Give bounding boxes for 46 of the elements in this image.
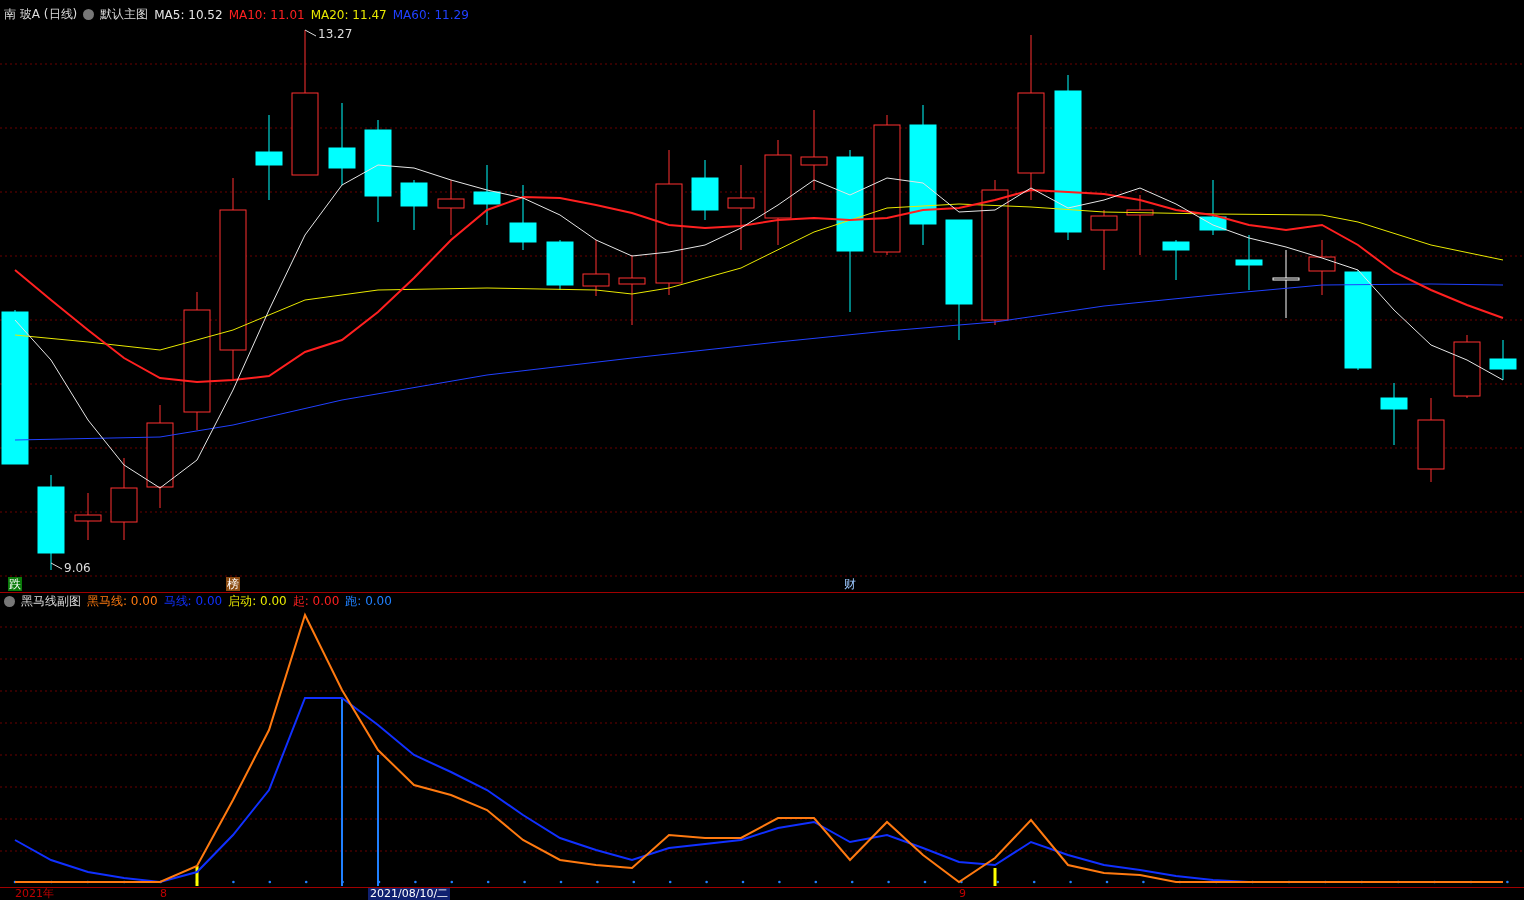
candlestick xyxy=(1489,339,1517,381)
candlestick xyxy=(1199,179,1227,236)
candlestick xyxy=(1380,382,1408,446)
indicator-value: 跑: 0.00 xyxy=(345,593,392,610)
low-price-label: 9.06 xyxy=(64,561,91,575)
candlestick xyxy=(437,179,465,236)
time-axis-label: 9 xyxy=(959,888,966,900)
signal-bar xyxy=(195,866,199,886)
candlestick xyxy=(1235,234,1263,291)
candlestick xyxy=(400,179,428,231)
indicator-value: 马线: 0.00 xyxy=(163,593,223,610)
dropdown-icon[interactable] xyxy=(83,9,95,20)
time-axis-label: 8 xyxy=(160,888,167,900)
indicator-value: MA20: 11.47 xyxy=(310,7,387,22)
time-axis-label: 2021年 xyxy=(15,888,54,900)
candlestick xyxy=(582,239,610,297)
candlestick xyxy=(546,239,574,291)
candlestick xyxy=(1308,239,1336,296)
candlestick xyxy=(1272,249,1300,319)
event-marker[interactable]: 跌 xyxy=(8,577,22,591)
leader-line xyxy=(304,29,317,37)
candlestick xyxy=(691,159,719,221)
cursor-date-label: 2021/08/10/二 xyxy=(368,888,451,900)
indicator-value: MA60: 11.29 xyxy=(392,7,469,22)
candlestick xyxy=(618,254,646,326)
chart-title: 黑马线副图 xyxy=(21,593,81,610)
indicator-value: 黑马线: 0.00 xyxy=(87,593,158,610)
candlestick xyxy=(1162,239,1190,281)
event-marker[interactable]: 财 xyxy=(843,577,857,591)
event-marker[interactable]: 榜 xyxy=(226,577,240,591)
candlestick xyxy=(1126,194,1154,256)
indicator-value: MA5: 10.52 xyxy=(154,7,223,22)
high-price-label: 13.27 xyxy=(318,27,353,41)
chart-title: 南 玻A (日线) xyxy=(4,6,78,23)
candlestick xyxy=(509,184,537,251)
candlestick xyxy=(1090,209,1118,271)
indicator-value: MA10: 11.01 xyxy=(228,7,305,22)
signal-bar xyxy=(993,868,997,886)
candlestick xyxy=(74,492,102,541)
indicator-value: 启动: 0.00 xyxy=(228,593,287,610)
dropdown-icon[interactable] xyxy=(4,596,15,607)
leader-line xyxy=(50,562,63,570)
template-label[interactable]: 默认主图 xyxy=(100,6,149,23)
indicator-value: 起: 0.00 xyxy=(292,593,340,610)
candlestick xyxy=(1453,334,1481,399)
candlestick xyxy=(473,164,501,226)
